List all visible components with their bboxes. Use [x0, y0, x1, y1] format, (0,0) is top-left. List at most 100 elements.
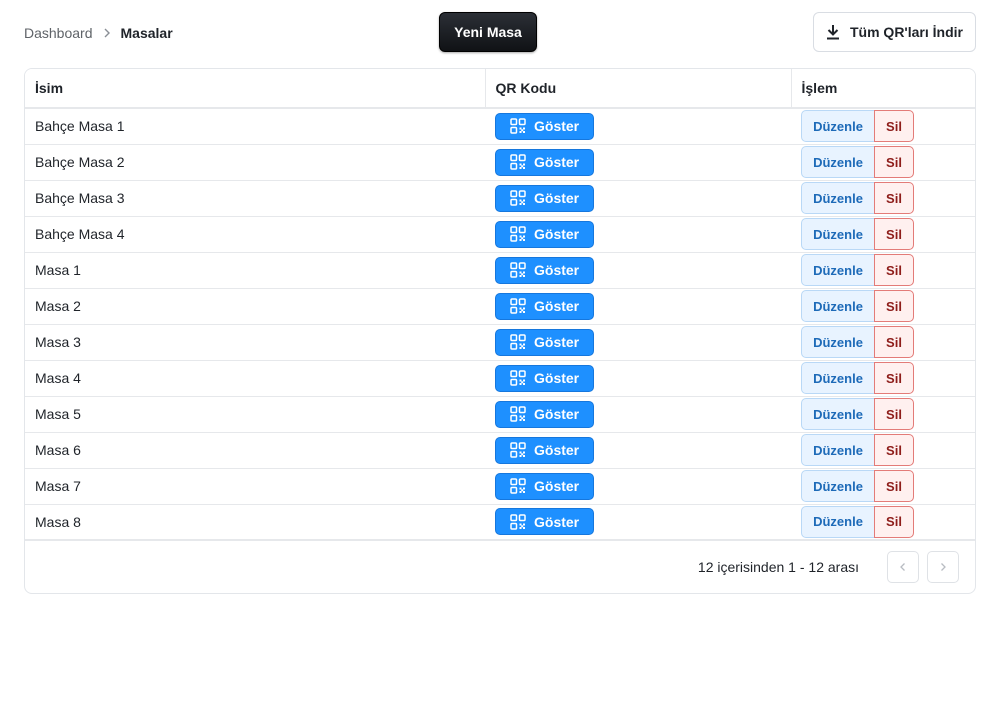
action-button-group: Düzenle Sil	[801, 290, 914, 322]
action-button-group: Düzenle Sil	[801, 434, 914, 466]
table-name: Bahçe Masa 4	[35, 226, 125, 242]
show-qr-label: Göster	[534, 442, 580, 458]
table-action-cell: Düzenle Sil	[791, 288, 975, 325]
delete-button[interactable]: Sil	[874, 434, 914, 466]
qr-code-icon	[510, 118, 526, 134]
edit-button[interactable]: Düzenle	[801, 218, 875, 250]
table-action-cell: Düzenle Sil	[791, 432, 975, 469]
table-row: Bahçe Masa 1 Göster Düzenle Sil	[25, 108, 975, 145]
edit-button[interactable]: Düzenle	[801, 362, 875, 394]
delete-button[interactable]: Sil	[874, 326, 914, 358]
show-qr-button[interactable]: Göster	[495, 508, 594, 536]
table-row: Bahçe Masa 3 Göster Düzenle Sil	[25, 180, 975, 217]
table-qr-cell: Göster	[485, 180, 791, 217]
table-name: Masa 5	[35, 406, 81, 422]
delete-button[interactable]: Sil	[874, 110, 914, 143]
column-header-qr[interactable]: QR Kodu	[485, 69, 792, 109]
download-all-qr-button[interactable]: Tüm QR'ları İndir	[813, 12, 976, 52]
delete-button[interactable]: Sil	[874, 254, 914, 286]
delete-button[interactable]: Sil	[874, 218, 914, 250]
edit-button[interactable]: Düzenle	[801, 182, 875, 214]
tables-card: İsim QR Kodu İşlem Bahçe Masa 1 Göster Düz…	[24, 68, 976, 594]
table-name: Bahçe Masa 3	[35, 190, 125, 206]
table-action-cell: Düzenle Sil	[791, 180, 975, 217]
edit-button[interactable]: Düzenle	[801, 110, 875, 143]
edit-button[interactable]: Düzenle	[801, 470, 875, 502]
delete-button[interactable]: Sil	[874, 290, 914, 322]
qr-code-icon	[510, 370, 526, 386]
table-row: Masa 4 Göster Düzenle Sil	[25, 360, 975, 397]
table-qr-cell: Göster	[485, 504, 791, 541]
table-name-cell: Masa 4	[25, 360, 485, 397]
delete-button[interactable]: Sil	[874, 470, 914, 502]
show-qr-button[interactable]: Göster	[495, 436, 594, 464]
action-button-group: Düzenle Sil	[801, 326, 914, 358]
action-button-group: Düzenle Sil	[801, 254, 914, 286]
show-qr-label: Göster	[534, 370, 580, 386]
action-button-group: Düzenle Sil	[801, 146, 914, 178]
chevron-right-icon	[939, 562, 947, 572]
table-name: Bahçe Masa 1	[35, 118, 125, 135]
delete-button[interactable]: Sil	[874, 505, 914, 538]
table-qr-cell: Göster	[485, 108, 791, 145]
edit-button[interactable]: Düzenle	[801, 434, 875, 466]
show-qr-label: Göster	[534, 406, 580, 422]
show-qr-label: Göster	[534, 262, 580, 278]
table-row: Bahçe Masa 4 Göster Düzenle Sil	[25, 216, 975, 253]
edit-button[interactable]: Düzenle	[801, 146, 875, 178]
show-qr-button[interactable]: Göster	[495, 256, 594, 284]
new-table-button[interactable]: Yeni Masa	[439, 12, 537, 52]
table-qr-cell: Göster	[485, 360, 791, 397]
action-button-group: Düzenle Sil	[801, 110, 914, 143]
show-qr-label: Göster	[534, 513, 580, 530]
show-qr-button[interactable]: Göster	[495, 220, 594, 248]
table-name-cell: Masa 2	[25, 288, 485, 325]
qr-code-icon	[510, 514, 526, 530]
table-qr-cell: Göster	[485, 432, 791, 469]
action-button-group: Düzenle Sil	[801, 182, 914, 214]
delete-button[interactable]: Sil	[874, 398, 914, 430]
show-qr-button[interactable]: Göster	[495, 400, 594, 428]
table-name-cell: Bahçe Masa 1	[25, 108, 485, 145]
action-button-group: Düzenle Sil	[801, 218, 914, 250]
chevron-right-icon	[99, 25, 115, 41]
table-row: Masa 7 Göster Düzenle Sil	[25, 468, 975, 505]
table-qr-cell: Göster	[485, 252, 791, 289]
delete-button[interactable]: Sil	[874, 146, 914, 178]
qr-code-icon	[510, 190, 526, 206]
edit-button[interactable]: Düzenle	[801, 290, 875, 322]
show-qr-button[interactable]: Göster	[495, 328, 594, 356]
tables-table: İsim QR Kodu İşlem Bahçe Masa 1 Göster Düz…	[25, 69, 975, 541]
table-row: Masa 6 Göster Düzenle Sil	[25, 432, 975, 469]
table-action-cell: Düzenle Sil	[791, 396, 975, 433]
table-name: Masa 8	[35, 513, 81, 530]
qr-code-icon	[510, 334, 526, 350]
edit-button[interactable]: Düzenle	[801, 398, 875, 430]
delete-button[interactable]: Sil	[874, 362, 914, 394]
breadcrumb: Dashboard Masalar	[24, 24, 173, 42]
table-row: Masa 2 Göster Düzenle Sil	[25, 288, 975, 325]
show-qr-label: Göster	[534, 154, 580, 170]
show-qr-button[interactable]: Göster	[495, 364, 594, 392]
column-header-name[interactable]: İsim	[25, 69, 486, 109]
edit-button[interactable]: Düzenle	[801, 254, 875, 286]
previous-page-button[interactable]	[887, 551, 919, 583]
breadcrumb-dashboard-link[interactable]: Dashboard	[24, 24, 93, 42]
show-qr-button[interactable]: Göster	[495, 148, 594, 176]
show-qr-button[interactable]: Göster	[495, 472, 594, 500]
action-button-group: Düzenle Sil	[801, 398, 914, 430]
next-page-button[interactable]	[927, 551, 959, 583]
table-row: Masa 5 Göster Düzenle Sil	[25, 396, 975, 433]
table-action-cell: Düzenle Sil	[791, 252, 975, 289]
delete-button[interactable]: Sil	[874, 182, 914, 214]
table-qr-cell: Göster	[485, 216, 791, 253]
table-name-cell: Masa 1	[25, 252, 485, 289]
edit-button[interactable]: Düzenle	[801, 505, 875, 538]
column-header-action[interactable]: İşlem	[791, 69, 975, 109]
table-name-cell: Masa 7	[25, 468, 485, 505]
table-action-cell: Düzenle Sil	[791, 324, 975, 361]
edit-button[interactable]: Düzenle	[801, 326, 875, 358]
show-qr-button[interactable]: Göster	[495, 292, 594, 320]
show-qr-button[interactable]: Göster	[495, 112, 594, 140]
show-qr-button[interactable]: Göster	[495, 184, 594, 212]
